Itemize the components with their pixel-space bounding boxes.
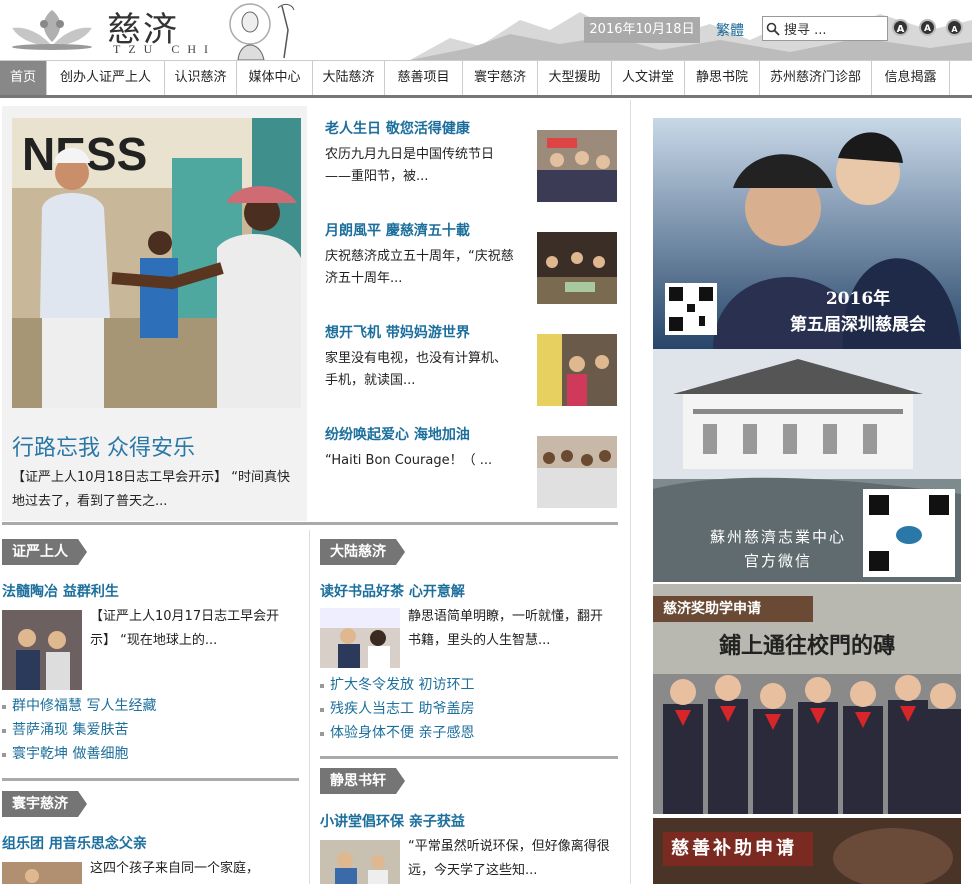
section-heading-founder[interactable]: 证严上人	[2, 539, 87, 565]
founder-thumbnail-illustration	[2, 610, 82, 690]
news-thumbnail-illustration	[537, 334, 617, 406]
nav-global[interactable]: 寰宇慈济	[463, 61, 538, 95]
mainland-article-desc: 静思语简单明瞭，一听就懂，翻开书籍，里头的人生智慧...	[408, 609, 604, 648]
section-vertical-divider	[309, 530, 310, 884]
jingsi-article-desc: “平常虽然听说环保，但好像离得很远，今天学了这些知...	[408, 839, 610, 878]
tzuchi-lotus-logo[interactable]	[6, 8, 98, 50]
nav-suzhou-clinic[interactable]: 苏州慈济门诊部	[760, 61, 872, 95]
nav-media[interactable]: 媒体中心	[237, 61, 313, 95]
nav-disclosure[interactable]: 信息揭露	[872, 61, 950, 95]
founder-article-title[interactable]: 法髓陶冶 益群利生	[2, 581, 119, 601]
news-desc: 农历九月九日是中国传统节日——重阳节，被...	[325, 147, 495, 184]
feature-title[interactable]: 行路忘我 众得安乐	[12, 430, 195, 462]
nav-founder[interactable]: 创办人证严上人	[47, 61, 165, 95]
list-item[interactable]: 扩大冬令发放 初访环工	[320, 673, 620, 697]
nav-humanities-lecture[interactable]: 人文讲堂	[612, 61, 685, 95]
banner-scholarship-caption: 鋪上通往校門的磚	[718, 633, 895, 659]
jingsi-thumbnail-illustration	[320, 840, 400, 884]
list-item[interactable]: 群中修福慧 写人生经藏	[2, 694, 302, 718]
feature-description: 【证严上人10月18日志工早会开示】 “时间真快地过去了，看到了普天之...	[12, 470, 290, 509]
search-box[interactable]: 搜寻 ...	[762, 16, 888, 41]
feature-photo-illustration: NESS	[12, 118, 301, 408]
jingsi-article-thumbnail[interactable]	[320, 840, 400, 884]
news-thumbnail-illustration	[537, 436, 617, 508]
section-heading-jingsi[interactable]: 静思书轩	[320, 768, 405, 794]
news-item[interactable]: 想开飞机 带妈妈游世界 家里没有电视，也没有计算机、手机，就读国...	[325, 322, 620, 412]
main-navigation: 首页 创办人证严上人 认识慈济 媒体中心 大陆慈济 慈善项目 寰宇慈济 大型援助…	[0, 60, 972, 98]
news-thumbnail[interactable]	[537, 334, 617, 406]
global-article-title[interactable]: 组乐团 用音乐思念父亲	[2, 833, 147, 853]
founder-links-list: 群中修福慧 写人生经藏 菩萨涌现 集爱肤苦 寰宇乾坤 做善细胞	[2, 694, 302, 766]
mainland-thumbnail-illustration	[320, 608, 400, 668]
jingsi-article-title[interactable]: 小讲堂倡环保 亲子获益	[320, 811, 465, 831]
search-placeholder[interactable]: 搜寻 ...	[784, 19, 827, 38]
traditional-chinese-link[interactable]: 繁體	[716, 20, 744, 40]
current-date: 2016年10月18日	[584, 17, 700, 43]
news-thumbnail-illustration	[537, 130, 617, 202]
feature-photo[interactable]: NESS	[12, 118, 301, 408]
font-size-small-button[interactable]: A	[946, 19, 963, 36]
search-icon	[766, 22, 780, 36]
nav-jingsi-academy[interactable]: 静思书院	[685, 61, 760, 95]
news-desc: 家里没有电视，也没有计算机、手机，就读国...	[325, 351, 508, 388]
section-divider	[2, 778, 299, 781]
section-divider	[320, 756, 618, 759]
nav-charity-projects[interactable]: 慈善项目	[385, 61, 463, 95]
news-thumbnail[interactable]	[537, 130, 617, 202]
news-desc: 庆祝慈济成立五十周年，“庆祝慈济五十周年...	[325, 249, 514, 286]
list-item[interactable]: 寰宇乾坤 做善细胞	[2, 742, 302, 766]
site-header: 慈济 TZU CHI 2016年10月18日 繁體 搜寻 ... A A A	[0, 0, 972, 60]
list-item[interactable]: 体验身体不便 亲子感恩	[320, 721, 620, 745]
nav-about[interactable]: 认识慈济	[165, 61, 237, 95]
banner-charity-expo-caption: 2016年 第五届深圳慈展会	[790, 289, 926, 335]
banner-scholarship[interactable]: 慈济奖助学申请 鋪上通往校門的磚	[653, 584, 961, 814]
bodhisattva-illustration	[229, 3, 295, 60]
section-heading-mainland[interactable]: 大陆慈济	[320, 539, 405, 565]
news-desc: “Haiti Bon Courage！（ ...	[325, 453, 493, 468]
banner-charity-aid[interactable]: 慈善补助申请	[653, 818, 961, 884]
font-size-medium-button[interactable]: A	[919, 19, 936, 36]
list-item[interactable]: 残疾人当志工 助爷盖房	[320, 697, 620, 721]
brand-english: TZU CHI	[113, 42, 216, 56]
banner-scholarship-label: 慈济奖助学申请	[663, 601, 761, 617]
global-thumbnail-illustration	[2, 862, 82, 884]
global-article-desc: 这四个孩子来自同一个家庭，	[90, 861, 260, 876]
news-thumbnail[interactable]	[537, 436, 617, 508]
banner-charity-aid-caption: 慈善补助申请	[671, 838, 797, 859]
founder-article-desc: 【证严上人10月17日志工早会开示】 “现在地球上的...	[90, 609, 280, 648]
nav-mainland[interactable]: 大陆慈济	[313, 61, 385, 95]
news-thumbnail[interactable]	[537, 232, 617, 304]
nav-major-aid[interactable]: 大型援助	[538, 61, 612, 95]
news-item[interactable]: 月朗風平 慶慈濟五十載 庆祝慈济成立五十周年，“庆祝慈济五十周年...	[325, 220, 620, 310]
list-item[interactable]: 菩萨涌现 集爱肤苦	[2, 718, 302, 742]
banner-suzhou-wechat[interactable]: 蘇州慈濟志業中心 官方微信	[653, 349, 961, 582]
news-item[interactable]: 纷纷唤起爱心 海地加油 “Haiti Bon Courage！（ ...	[325, 424, 620, 514]
global-article-thumbnail[interactable]	[2, 862, 82, 884]
mainland-article-title[interactable]: 读好书品好茶 心开意解	[320, 581, 465, 601]
section-heading-global[interactable]: 寰宇慈济	[2, 791, 87, 817]
banner-suzhou-wechat-caption: 蘇州慈濟志業中心 官方微信	[709, 528, 846, 570]
news-item[interactable]: 老人生日 敬您活得健康 农历九月九日是中国传统节日——重阳节，被...	[325, 118, 620, 208]
news-thumbnail-illustration	[537, 232, 617, 304]
section-divider	[2, 522, 618, 525]
column-divider	[630, 100, 631, 884]
font-size-large-button[interactable]: A	[892, 19, 909, 36]
nav-home[interactable]: 首页	[0, 61, 47, 95]
founder-article-thumbnail[interactable]	[2, 610, 82, 690]
banner-charity-expo[interactable]: 2016年 第五届深圳慈展会	[653, 118, 961, 349]
mainland-links-list: 扩大冬令发放 初访环工 残疾人当志工 助爷盖房 体验身体不便 亲子感恩	[320, 673, 620, 745]
